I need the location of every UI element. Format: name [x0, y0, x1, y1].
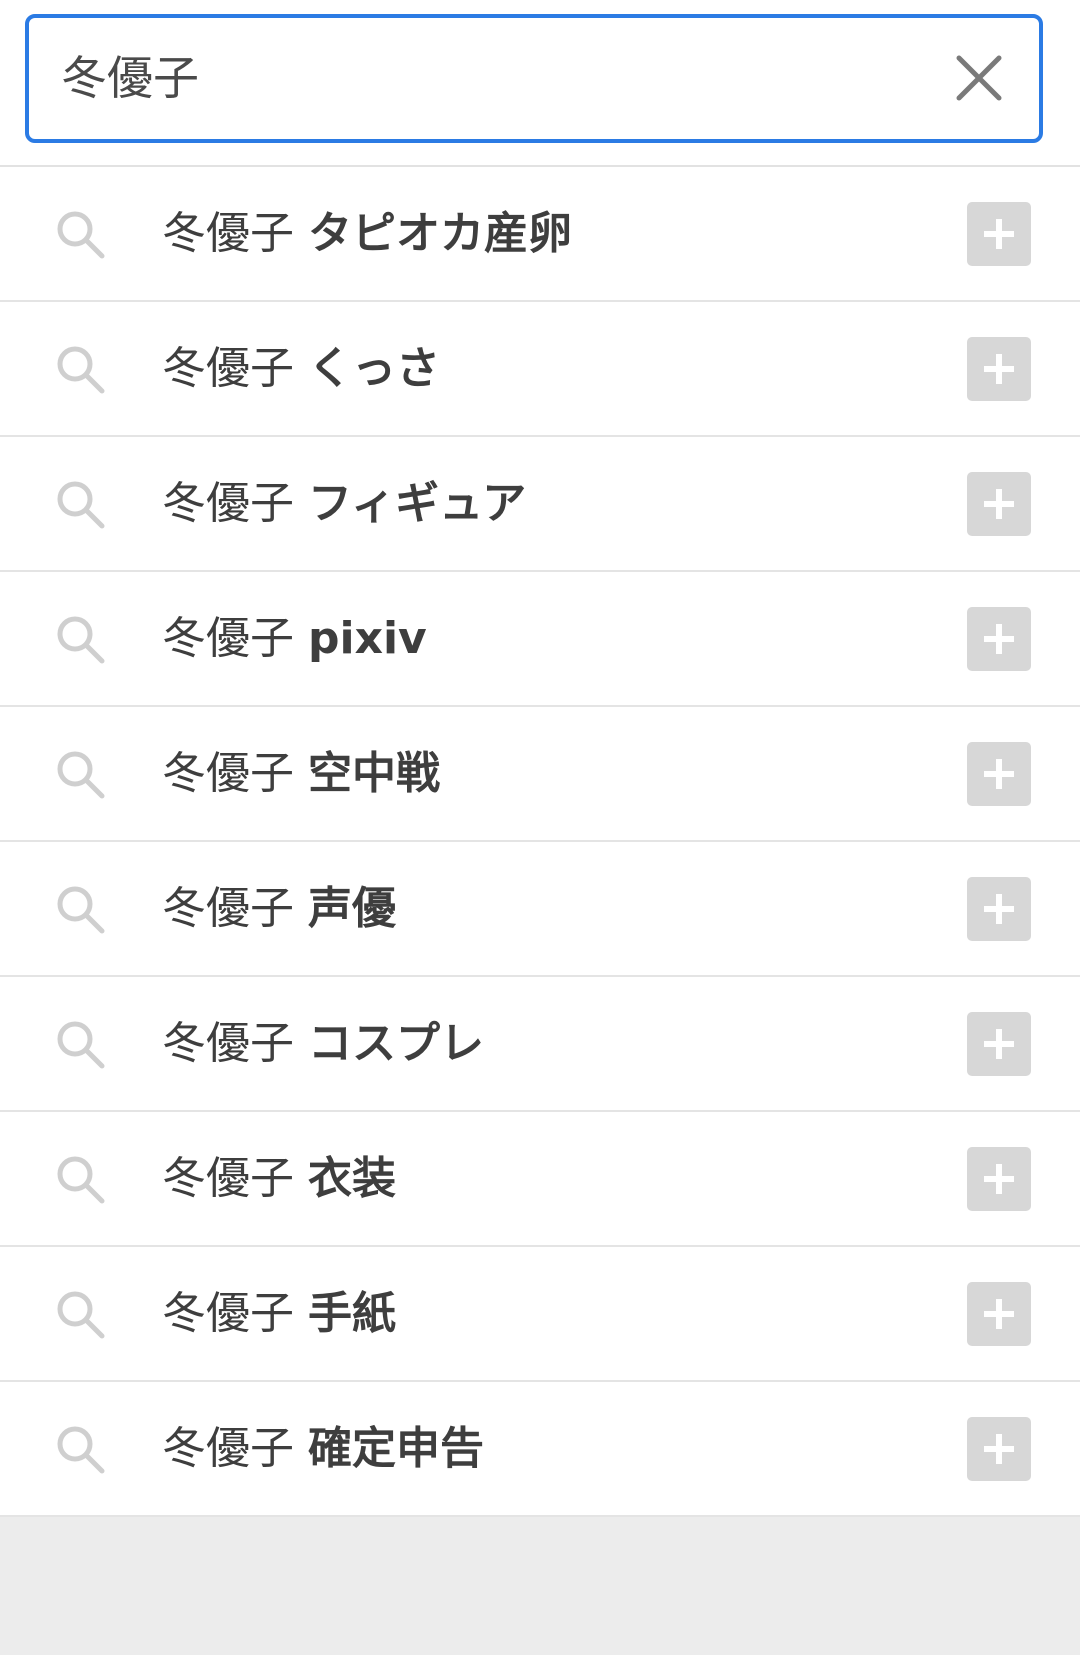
fill-query-button[interactable]	[967, 877, 1031, 941]
suggestion-label: 冬優子 フィギュア	[162, 437, 526, 570]
suggestion-label: 冬優子 タピオカ産卵	[162, 167, 572, 300]
search-icon	[57, 1426, 105, 1474]
search-icon	[57, 886, 105, 934]
fill-query-button[interactable]	[967, 1012, 1031, 1076]
plus-icon	[984, 1434, 1014, 1464]
suggestion-prefix: 冬優子	[162, 1288, 294, 1339]
suggestion-prefix: 冬優子	[162, 343, 294, 394]
fill-query-button[interactable]	[967, 1147, 1031, 1211]
suggestion-label: 冬優子 pixiv	[162, 572, 427, 705]
suggestion-row[interactable]: 冬優子 タピオカ産卵	[0, 167, 1080, 302]
suggestion-suffix: pixiv	[308, 613, 427, 664]
suggestion-list: 冬優子 タピオカ産卵 冬優子 くっさ 冬優子 フィギュア 冬優子 pixiv 冬優子 空…	[0, 167, 1080, 1517]
plus-icon	[984, 219, 1014, 249]
plus-icon	[984, 894, 1014, 924]
search-icon	[57, 481, 105, 529]
suggestion-suffix: 確定申告	[308, 1423, 484, 1474]
search-icon	[57, 1021, 105, 1069]
suggestion-suffix: タピオカ産卵	[308, 208, 572, 259]
suggestion-row[interactable]: 冬優子 手紙	[0, 1247, 1080, 1382]
plus-icon	[984, 1299, 1014, 1329]
search-query-text[interactable]: 冬優子	[61, 18, 199, 139]
suggestion-row[interactable]: 冬優子 pixiv	[0, 572, 1080, 707]
search-suggestions-page: 冬優子 冬優子 タピオカ産卵 冬優子 くっさ 冬優子 フィギュア 冬優子 pixiv 冬…	[0, 0, 1080, 1655]
suggestion-label: 冬優子 コスプレ	[162, 977, 484, 1110]
suggestion-row[interactable]: 冬優子 フィギュア	[0, 437, 1080, 572]
suggestion-row[interactable]: 冬優子 声優	[0, 842, 1080, 977]
plus-icon	[984, 1164, 1014, 1194]
suggestion-suffix: フィギュア	[308, 478, 527, 529]
suggestion-row[interactable]: 冬優子 空中戦	[0, 707, 1080, 842]
suggestion-prefix: 冬優子	[162, 1018, 294, 1069]
search-icon	[57, 1291, 105, 1339]
search-input[interactable]: 冬優子	[25, 14, 1043, 143]
suggestion-suffix: 衣装	[308, 1153, 396, 1204]
suggestion-label: 冬優子 手紙	[162, 1247, 396, 1380]
fill-query-button[interactable]	[967, 337, 1031, 401]
fill-query-button[interactable]	[967, 1282, 1031, 1346]
suggestion-label: 冬優子 くっさ	[162, 302, 440, 435]
suggestion-row[interactable]: 冬優子 衣装	[0, 1112, 1080, 1247]
search-icon	[57, 616, 105, 664]
suggestion-label: 冬優子 衣装	[162, 1112, 396, 1245]
suggestion-suffix: コスプレ	[308, 1018, 484, 1069]
suggestion-prefix: 冬優子	[162, 1153, 294, 1204]
suggestion-row[interactable]: 冬優子 確定申告	[0, 1382, 1080, 1517]
suggestion-label: 冬優子 声優	[162, 842, 396, 975]
suggestion-prefix: 冬優子	[162, 748, 294, 799]
search-header: 冬優子	[0, 0, 1080, 167]
suggestion-suffix: 空中戦	[308, 748, 440, 799]
search-icon	[57, 211, 105, 259]
close-icon	[956, 55, 1002, 101]
suggestion-prefix: 冬優子	[162, 1423, 294, 1474]
suggestion-suffix: くっさ	[308, 343, 440, 394]
suggestion-label: 冬優子 空中戦	[162, 707, 440, 840]
fill-query-button[interactable]	[967, 1417, 1031, 1481]
fill-query-button[interactable]	[967, 607, 1031, 671]
suggestion-prefix: 冬優子	[162, 613, 294, 664]
clear-search-button[interactable]	[949, 48, 1009, 108]
search-icon	[57, 346, 105, 394]
suggestion-suffix: 声優	[308, 883, 396, 934]
suggestion-row[interactable]: 冬優子 コスプレ	[0, 977, 1080, 1112]
suggestion-suffix: 手紙	[308, 1288, 396, 1339]
suggestion-row[interactable]: 冬優子 くっさ	[0, 302, 1080, 437]
plus-icon	[984, 1029, 1014, 1059]
search-icon	[57, 751, 105, 799]
plus-icon	[984, 354, 1014, 384]
plus-icon	[984, 624, 1014, 654]
plus-icon	[984, 759, 1014, 789]
suggestion-label: 冬優子 確定申告	[162, 1382, 484, 1515]
fill-query-button[interactable]	[967, 742, 1031, 806]
plus-icon	[984, 489, 1014, 519]
fill-query-button[interactable]	[967, 472, 1031, 536]
suggestion-prefix: 冬優子	[162, 883, 294, 934]
search-icon	[57, 1156, 105, 1204]
fill-query-button[interactable]	[967, 202, 1031, 266]
suggestion-prefix: 冬優子	[162, 478, 294, 529]
suggestion-prefix: 冬優子	[162, 208, 294, 259]
